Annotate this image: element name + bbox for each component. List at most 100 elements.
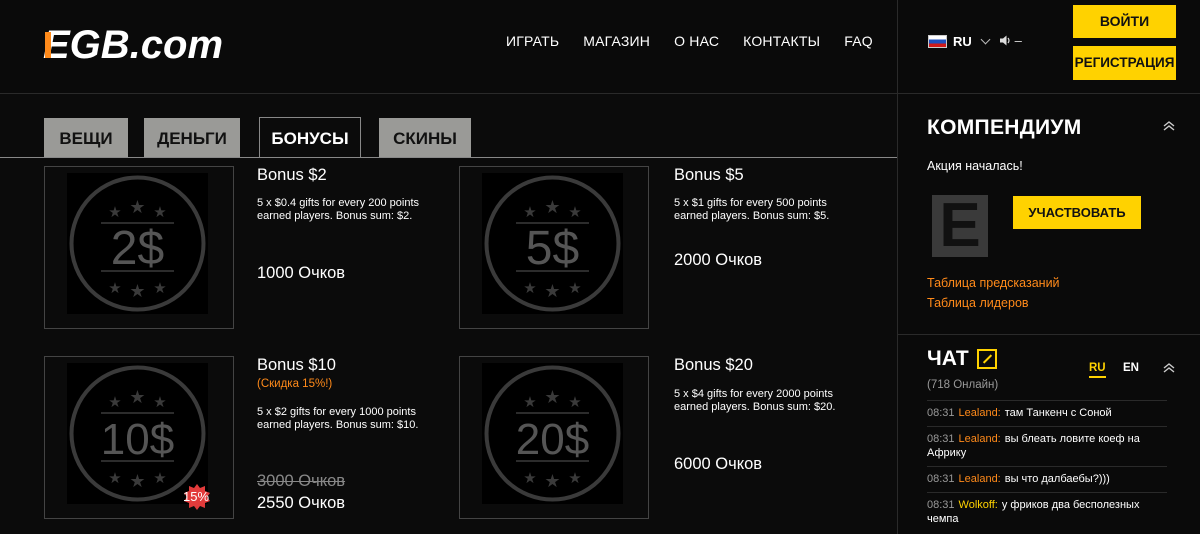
nav-shop[interactable]: МАГАЗИН bbox=[583, 33, 650, 49]
chat-time: 08:31 bbox=[927, 499, 955, 511]
sound-toggle[interactable]: – bbox=[1000, 33, 1022, 48]
svg-text:★: ★ bbox=[568, 203, 581, 221]
bonus-card-image[interactable]: ★ ★ ★ ★ ★ ★ 20$ bbox=[459, 356, 649, 519]
svg-text:★: ★ bbox=[153, 203, 166, 221]
svg-text:★: ★ bbox=[544, 387, 560, 408]
language-label: RU bbox=[953, 34, 972, 49]
svg-text:★: ★ bbox=[153, 279, 166, 297]
tab-money[interactable]: ДЕНЬГИ bbox=[144, 118, 240, 158]
chat-time: 08:31 bbox=[927, 407, 955, 419]
svg-text:★: ★ bbox=[129, 197, 145, 218]
svg-text:★: ★ bbox=[129, 281, 145, 302]
chat-lang-ru[interactable]: RU bbox=[1089, 362, 1106, 378]
svg-text:★: ★ bbox=[544, 471, 560, 492]
chat-username[interactable]: Lealand: bbox=[959, 407, 1001, 419]
coin-label: 2$ bbox=[111, 222, 164, 275]
chat-username[interactable]: Lealand: bbox=[959, 473, 1001, 485]
svg-text:★: ★ bbox=[108, 393, 121, 411]
bonus-title: Bonus $20 bbox=[674, 356, 753, 374]
coin-icon: ★ ★ ★ ★ ★ ★ 2$ bbox=[67, 173, 208, 314]
svg-text:★: ★ bbox=[108, 279, 121, 297]
chat-username[interactable]: Wolkoff: bbox=[959, 499, 998, 511]
svg-text:★: ★ bbox=[153, 469, 166, 487]
bonus-card-image[interactable]: ★ ★ ★ ★ ★ ★ 5$ bbox=[459, 166, 649, 329]
speaker-icon bbox=[1000, 35, 1010, 46]
chat-message: 08:31 Lealand: вы что далбаебы?))) bbox=[927, 466, 1167, 492]
chat-online-count: (718 Онлайн) bbox=[927, 379, 999, 391]
login-button[interactable]: ВОЙТИ bbox=[1073, 5, 1176, 38]
sound-level: – bbox=[1014, 33, 1022, 48]
discount-badge-text: 15% bbox=[183, 489, 210, 504]
bonus-description: 5 x $4 gifts for every 2000 points earne… bbox=[674, 388, 836, 413]
tab-skins[interactable]: СКИНЫ bbox=[379, 118, 471, 158]
bonus-price[interactable]: 6000 Очков bbox=[674, 455, 762, 474]
bonus-description: 5 x $2 gifts for every 1000 points earne… bbox=[257, 406, 419, 431]
svg-text:★: ★ bbox=[568, 393, 581, 411]
svg-text:★: ★ bbox=[108, 203, 121, 221]
svg-text:★: ★ bbox=[544, 197, 560, 218]
egb-logo[interactable]: EGB.com bbox=[43, 22, 233, 66]
bonus-price[interactable]: 2000 Очков bbox=[674, 251, 762, 270]
collapse-chat-icon[interactable] bbox=[1163, 362, 1175, 377]
svg-text:★: ★ bbox=[523, 393, 536, 411]
top-tools: RU – ВОЙТИ РЕГИСТРАЦИЯ bbox=[898, 0, 1200, 94]
chat-message: 08:31 Wolkoff: у фриков два бесполезных че… bbox=[927, 492, 1167, 532]
svg-text:★: ★ bbox=[129, 387, 145, 408]
bonus-description: 5 x $0.4 gifts for every 200 points earn… bbox=[257, 197, 420, 222]
bonus-title: Bonus $2 bbox=[257, 166, 327, 184]
chat-lang-en[interactable]: EN bbox=[1123, 362, 1139, 374]
chat-message: 08:31 Lealand: вы блеать ловите коеф на Аф… bbox=[927, 426, 1167, 466]
svg-text:★: ★ bbox=[544, 281, 560, 302]
nav-contacts[interactable]: КОНТАКТЫ bbox=[743, 33, 820, 49]
bonus-price[interactable]: 2550 Очков bbox=[257, 494, 345, 513]
nav-play[interactable]: ИГРАТЬ bbox=[506, 33, 559, 49]
tabs-underline bbox=[0, 157, 897, 158]
collapse-compendium-icon[interactable] bbox=[1163, 120, 1175, 135]
coin-icon: ★ ★ ★ ★ ★ ★ 20$ bbox=[482, 363, 623, 504]
coin-label: 5$ bbox=[526, 222, 579, 275]
bonus-title: Bonus $5 bbox=[674, 166, 744, 184]
coin-label: 20$ bbox=[516, 415, 589, 464]
chat-time: 08:31 bbox=[927, 473, 955, 485]
chevron-down-icon bbox=[980, 34, 991, 45]
tab-items[interactable]: ВЕЩИ bbox=[44, 118, 128, 158]
svg-text:★: ★ bbox=[153, 393, 166, 411]
coin-label: 10$ bbox=[101, 415, 174, 464]
tab-bonuses[interactable]: БОНУСЫ bbox=[259, 117, 361, 158]
svg-text:★: ★ bbox=[568, 279, 581, 297]
russia-flag-icon bbox=[928, 35, 947, 48]
logo-text: EGB.com bbox=[43, 23, 223, 66]
chat-text: там Танкенч с Соной bbox=[1004, 407, 1112, 419]
bonus-price[interactable]: 1000 Очков bbox=[257, 264, 345, 283]
main-nav: ИГРАТЬ МАГАЗИН О НАС КОНТАКТЫ FAQ bbox=[506, 33, 897, 49]
discount-label: (Скидка 15%!) bbox=[257, 378, 333, 390]
compendium-title: КОМПЕНДИУМ bbox=[927, 116, 1082, 139]
coin-icon: ★ ★ ★ ★ ★ ★ 5$ bbox=[482, 173, 623, 314]
bonus-card-image[interactable]: ★ ★ ★ ★ ★ ★ 10$ 15% bbox=[44, 356, 234, 519]
nav-faq[interactable]: FAQ bbox=[844, 33, 873, 49]
participate-button[interactable]: УЧАСТВОВАТЬ bbox=[1013, 196, 1141, 229]
svg-text:★: ★ bbox=[523, 279, 536, 297]
compendium-logo-letter: E bbox=[939, 191, 981, 260]
svg-text:★: ★ bbox=[129, 471, 145, 492]
predictions-table-link[interactable]: Таблица предсказаний bbox=[927, 276, 1060, 290]
compendium-status: Акция началась! bbox=[927, 159, 1023, 173]
compendium-logo: E bbox=[932, 195, 988, 257]
svg-text:★: ★ bbox=[523, 203, 536, 221]
svg-text:★: ★ bbox=[568, 469, 581, 487]
divider bbox=[898, 334, 1200, 335]
leaders-table-link[interactable]: Таблица лидеров bbox=[927, 296, 1029, 310]
bonus-card-image[interactable]: ★ ★ ★ ★ ★ ★ 2$ bbox=[44, 166, 234, 329]
chat-username[interactable]: Lealand: bbox=[959, 433, 1001, 445]
nav-about[interactable]: О НАС bbox=[674, 33, 719, 49]
svg-text:★: ★ bbox=[108, 469, 121, 487]
register-button[interactable]: РЕГИСТРАЦИЯ bbox=[1073, 46, 1176, 80]
header: EGB.com ИГРАТЬ МАГАЗИН О НАС КОНТАКТЫ FA… bbox=[0, 0, 897, 94]
bonus-title: Bonus $10 bbox=[257, 356, 336, 374]
external-link-icon[interactable] bbox=[977, 349, 997, 369]
chat-message: 08:31 Lealand: там Танкенч с Соной bbox=[927, 400, 1167, 426]
bonus-description: 5 x $1 gifts for every 500 points earned… bbox=[674, 197, 830, 222]
discount-badge: 15% bbox=[183, 483, 211, 511]
language-selector[interactable]: RU bbox=[928, 34, 991, 49]
right-sidebar: RU – ВОЙТИ РЕГИСТРАЦИЯ КОМПЕНДИУМ Акция … bbox=[897, 0, 1200, 534]
